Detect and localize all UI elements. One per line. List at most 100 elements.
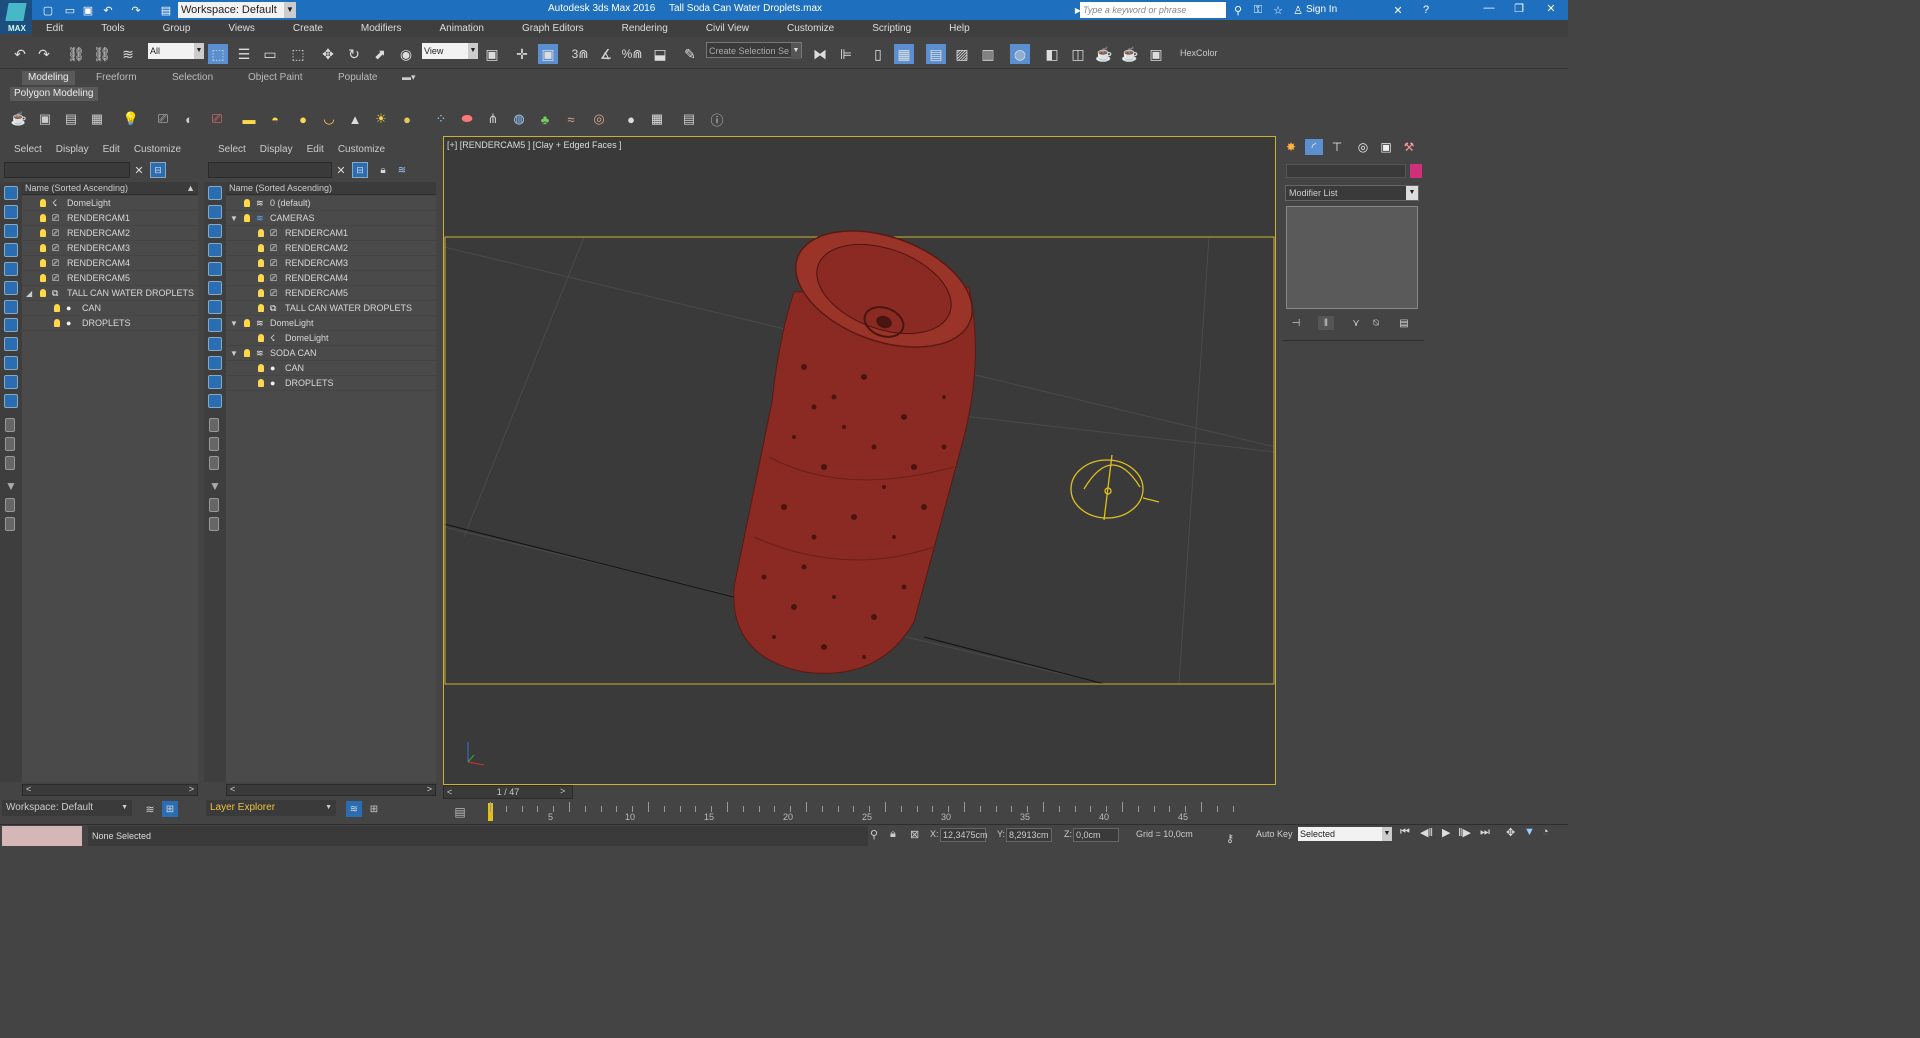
layer-menu-edit[interactable]: Edit bbox=[307, 144, 324, 155]
layer-column-header[interactable]: Name (Sorted Ascending) bbox=[226, 182, 436, 195]
capsule-icon[interactable]: ⬬ bbox=[458, 110, 476, 128]
material-editor-icon[interactable]: ◍ bbox=[1010, 44, 1030, 64]
display-frozen-icon[interactable] bbox=[4, 394, 18, 408]
list-item[interactable]: ● DROPLETS bbox=[22, 316, 198, 331]
select-all-icon[interactable] bbox=[209, 418, 219, 432]
bowl-icon[interactable]: ◡ bbox=[320, 110, 338, 128]
y-coord-field[interactable]: 8,2913cm bbox=[1006, 828, 1052, 842]
select-none-icon[interactable] bbox=[5, 437, 15, 451]
select-all-icon[interactable] bbox=[5, 418, 15, 432]
scene-menu-customize[interactable]: Customize bbox=[134, 144, 181, 155]
light-bulb-icon[interactable] bbox=[258, 259, 264, 267]
camera-sequence-icon[interactable]: ⎚ bbox=[208, 110, 226, 128]
undo-icon[interactable]: ↶ bbox=[100, 2, 116, 18]
scene-column-header[interactable]: Name (Sorted Ascending) ▲ bbox=[22, 182, 198, 195]
select-manipulate-icon[interactable]: ✛ bbox=[512, 44, 532, 64]
scene-menu-display[interactable]: Display bbox=[56, 144, 89, 155]
display-containers-icon[interactable] bbox=[208, 375, 222, 389]
clear-filter-icon[interactable]: ✕ bbox=[334, 162, 348, 178]
grid-table-icon[interactable]: ▦ bbox=[88, 110, 106, 128]
display-spacewarps-icon[interactable] bbox=[4, 300, 18, 314]
soda-can-object[interactable] bbox=[733, 209, 989, 674]
light-bulb-icon[interactable] bbox=[258, 304, 264, 312]
list-item[interactable]: ● CAN bbox=[226, 361, 436, 376]
hemisphere-icon[interactable]: ◓ bbox=[266, 110, 284, 128]
export-icon[interactable]: ▤ bbox=[680, 110, 698, 128]
select-invert-icon[interactable] bbox=[5, 456, 15, 470]
light-bulb-icon[interactable] bbox=[40, 274, 46, 282]
menu-scripting[interactable]: Scripting bbox=[858, 23, 911, 34]
modifier-list-dropdown[interactable]: Modifier List ▼ bbox=[1285, 185, 1419, 201]
selection-filter-dropdown[interactable]: All ▼ bbox=[148, 43, 204, 59]
toggle-scene-explorer-icon[interactable]: ▯ bbox=[868, 44, 888, 64]
make-unique-icon[interactable]: ⋎ bbox=[1348, 316, 1364, 330]
rect-selection-icon[interactable]: ▭ bbox=[260, 44, 280, 64]
redo-icon[interactable]: ↷ bbox=[128, 2, 144, 18]
object-color-swatch[interactable] bbox=[1410, 164, 1422, 178]
select-invert-icon[interactable] bbox=[209, 456, 219, 470]
scene-menu-edit[interactable]: Edit bbox=[103, 144, 120, 155]
display-shapes-icon[interactable] bbox=[4, 224, 18, 238]
scroll-right-icon[interactable]: > bbox=[189, 784, 194, 794]
explorer-selector[interactable]: Layer Explorer ▼ bbox=[206, 800, 336, 816]
favorites-star-icon[interactable]: ☆ bbox=[1270, 2, 1286, 18]
layer-hscrollbar[interactable]: < > bbox=[226, 784, 436, 796]
new-file-icon[interactable]: ▢ bbox=[40, 2, 56, 18]
scroll-left-icon[interactable]: < bbox=[26, 784, 31, 794]
display-all-icon[interactable] bbox=[4, 186, 18, 200]
collapse-icon[interactable] bbox=[5, 517, 15, 531]
auto-key-button[interactable]: Auto Key bbox=[1256, 829, 1293, 839]
particle-icon[interactable]: ⁘ bbox=[432, 110, 450, 128]
expand-triangle-icon[interactable]: ▼ bbox=[230, 211, 238, 226]
sync-selection-icon[interactable] bbox=[5, 498, 15, 512]
display-lights-icon[interactable] bbox=[208, 243, 222, 257]
save-file-icon[interactable]: ▣ bbox=[80, 2, 96, 18]
sphere-icon[interactable]: ● bbox=[398, 110, 416, 128]
display-xrefs-icon[interactable] bbox=[4, 337, 18, 351]
list-item[interactable]: ⎚ RENDERCAM2 bbox=[226, 241, 436, 256]
tab-populate[interactable]: Populate bbox=[332, 71, 383, 85]
list-item[interactable]: ☇ DomeLight bbox=[226, 331, 436, 346]
go-to-start-icon[interactable]: ⏮ bbox=[1400, 826, 1410, 839]
display-containers-icon[interactable] bbox=[4, 375, 18, 389]
search-input[interactable]: Type a keyword or phrase bbox=[1080, 2, 1226, 18]
light-bulb-icon[interactable] bbox=[54, 319, 60, 327]
scene-hscrollbar[interactable]: < > bbox=[22, 784, 198, 796]
orbit-icon[interactable]: ◔ bbox=[1542, 826, 1549, 838]
select-by-name-icon[interactable]: ☰ bbox=[234, 44, 254, 64]
menu-group[interactable]: Group bbox=[149, 23, 191, 34]
display-helpers-icon[interactable] bbox=[208, 281, 222, 295]
menu-graph-editors[interactable]: Graph Editors bbox=[508, 23, 584, 34]
teapot-icon[interactable]: ☕ bbox=[10, 110, 28, 128]
ribbon-options-icon[interactable]: ▬▾ bbox=[402, 72, 416, 83]
sign-in-button[interactable]: Sign In bbox=[1306, 4, 1337, 15]
help-icon[interactable]: ? bbox=[1418, 2, 1434, 18]
rotate-icon[interactable]: ↻ bbox=[344, 44, 364, 64]
subscription-icon[interactable]: ⚿ bbox=[1250, 2, 1266, 18]
time-prev-button[interactable]: < bbox=[447, 786, 452, 798]
scroll-left-icon[interactable]: < bbox=[230, 784, 235, 794]
bind-space-warp-icon[interactable]: ≋ bbox=[118, 44, 138, 64]
list-item[interactable]: ◢ ⧉ TALL CAN WATER DROPLETS bbox=[22, 286, 198, 301]
create-tab-icon[interactable]: ✸ bbox=[1282, 139, 1300, 155]
light-bulb-icon[interactable] bbox=[40, 289, 46, 297]
menu-views[interactable]: Views bbox=[214, 23, 255, 34]
layer-menu-display[interactable]: Display bbox=[260, 144, 293, 155]
render-production-icon[interactable]: ☕ bbox=[1094, 44, 1114, 64]
layers-icon[interactable]: ≋ bbox=[346, 801, 362, 817]
spinner-snap-icon[interactable]: ⬓ bbox=[650, 44, 670, 64]
open-file-icon[interactable]: ▭ bbox=[62, 2, 78, 18]
list-item[interactable]: ⎚ RENDERCAM1 bbox=[226, 226, 436, 241]
list-item[interactable]: ⎚ RENDERCAM5 bbox=[226, 286, 436, 301]
light-bulb-icon[interactable] bbox=[244, 319, 250, 327]
remove-modifier-icon[interactable]: ⍉ bbox=[1368, 316, 1384, 330]
hair-icon[interactable]: ≈ bbox=[562, 110, 580, 128]
lock-icon[interactable]: 🔒︎ bbox=[376, 162, 390, 178]
x-coord-field[interactable]: 12,3475cm bbox=[940, 828, 988, 842]
collapse-icon[interactable] bbox=[209, 517, 219, 531]
building-icon[interactable]: ▦ bbox=[648, 110, 666, 128]
filter-options-icon[interactable]: ⊟ bbox=[352, 162, 368, 178]
workspace-selector[interactable]: Workspace: Default ▼ bbox=[2, 800, 132, 816]
tab-selection[interactable]: Selection bbox=[166, 71, 219, 85]
light-bulb-icon[interactable] bbox=[258, 334, 264, 342]
